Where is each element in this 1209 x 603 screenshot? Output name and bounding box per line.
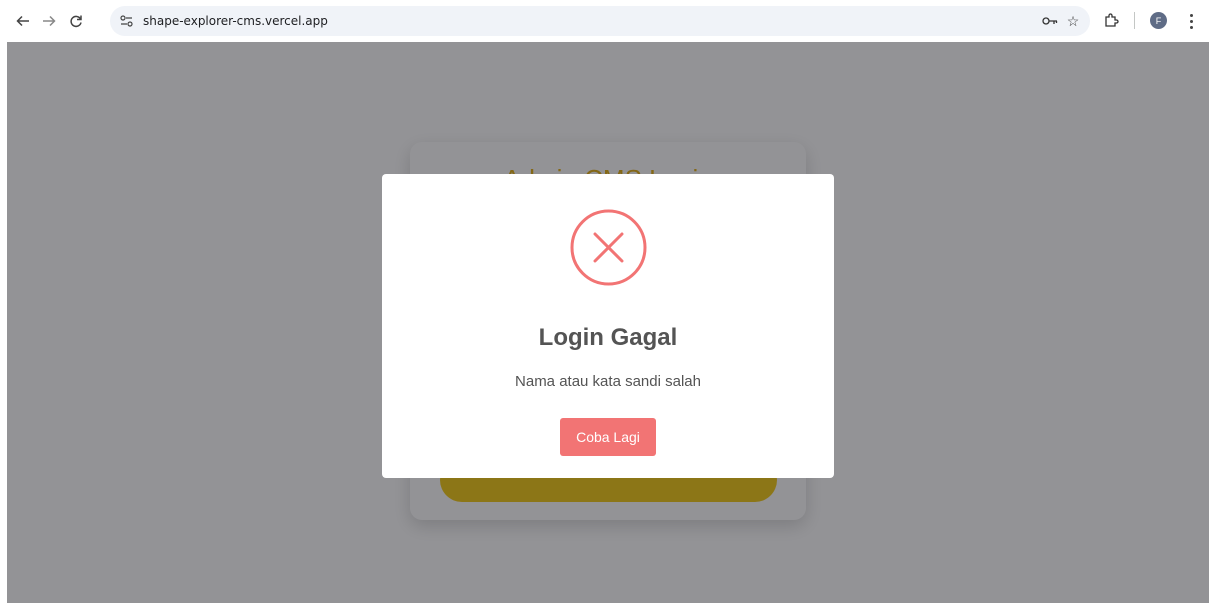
modal-message: Nama atau kata sandi salah	[515, 373, 701, 390]
reload-icon[interactable]	[64, 9, 88, 33]
page-viewport: Admin CMS Login Login Gagal Nama atau ka…	[7, 42, 1209, 603]
modal-title: Login Gagal	[538, 324, 678, 351]
site-info-icon[interactable]	[119, 14, 133, 28]
error-x-icon	[570, 209, 647, 286]
address-bar[interactable]: shape-explorer-cms.vercel.app ☆	[110, 6, 1090, 36]
extensions-puzzle-icon[interactable]	[1101, 9, 1121, 31]
url-text[interactable]: shape-explorer-cms.vercel.app	[143, 14, 328, 28]
error-modal: Login Gagal Nama atau kata sandi salah C…	[382, 174, 834, 478]
back-arrow-icon[interactable]	[11, 9, 35, 33]
bookmark-star-icon[interactable]: ☆	[1063, 12, 1083, 30]
password-key-icon[interactable]	[1040, 12, 1060, 30]
retry-button[interactable]: Coba Lagi	[560, 418, 656, 456]
toolbar-divider	[1134, 12, 1135, 29]
profile-avatar[interactable]: F	[1150, 12, 1167, 29]
browser-toolbar: shape-explorer-cms.vercel.app ☆ F	[0, 0, 1209, 42]
menu-dots-icon[interactable]	[1183, 10, 1199, 32]
forward-arrow-icon[interactable]	[37, 9, 61, 33]
